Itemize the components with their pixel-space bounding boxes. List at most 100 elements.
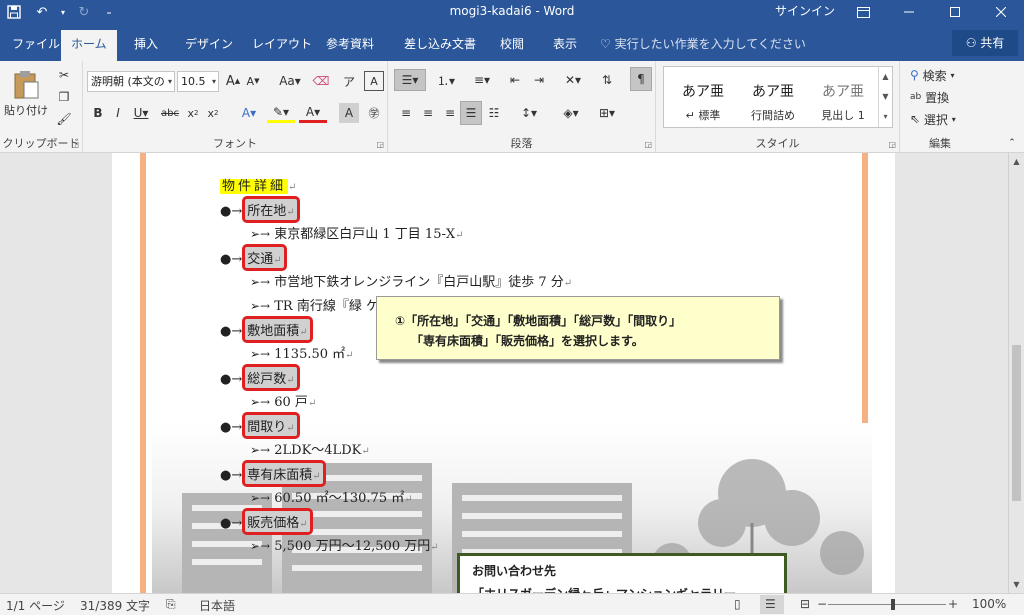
find-button[interactable]: ⚲ 検索 ▾ [910, 65, 980, 85]
show-formatting-icon[interactable]: ¶ [630, 67, 652, 91]
redo-icon[interactable]: ↻ [70, 0, 98, 24]
minimize-icon[interactable] [886, 0, 932, 24]
chevron-down-icon[interactable]: ▼ [879, 87, 892, 107]
tab-file[interactable]: ファイル [2, 30, 70, 61]
chevron-up-icon[interactable]: ▲ [879, 67, 892, 87]
selected-label-box[interactable]: 販売価格↵ [242, 508, 313, 535]
document-page[interactable]: 物件詳細 ↵ ●→ 所在地↵ ➢→ 東京都緑区白戸山 1 丁目 15-X↵ ●→ 交通… [112, 153, 895, 593]
font-size-combo[interactable]: 10.5 ▾ [177, 71, 219, 92]
align-right-icon[interactable]: ≡ [440, 103, 460, 123]
selected-label-box[interactable]: 間取り↵ [242, 412, 300, 439]
read-mode-icon[interactable]: ▯ [734, 597, 741, 611]
undo-dropdown-icon[interactable]: ▾ [56, 0, 70, 24]
replace-button[interactable]: ab 置換 [910, 87, 980, 107]
align-center-icon[interactable]: ≡ [418, 103, 438, 123]
multilevel-list-icon[interactable]: ≡▾ [466, 69, 498, 91]
vertical-scrollbar[interactable]: ▲ ▼ [1008, 153, 1024, 593]
tab-home[interactable]: ホーム [61, 30, 117, 61]
more-styles-icon[interactable]: ▾ [879, 107, 892, 127]
signin-link[interactable]: サインイン [775, 0, 835, 24]
share-button[interactable]: ⚇ 共有 [952, 30, 1018, 56]
shading-icon[interactable]: ◈▾ [556, 103, 586, 123]
superscript-icon[interactable]: x2 [204, 103, 222, 123]
word-count[interactable]: 31/389 文字 [80, 597, 150, 614]
selected-label-box[interactable]: 敷地面積↵ [242, 316, 313, 343]
language[interactable]: 日本語 [199, 597, 235, 614]
style-no-spacing[interactable]: あア亜 行間詰め [738, 71, 808, 123]
tell-me-box[interactable]: ♡ 実行したい作業を入力してください [600, 30, 806, 58]
maximize-icon[interactable] [932, 0, 978, 24]
tab-design[interactable]: デザイン [175, 30, 243, 61]
proofing-icon[interactable]: ⎘ [166, 597, 176, 612]
tab-review[interactable]: 校閲 [490, 30, 534, 61]
zoom-slider-thumb[interactable] [891, 599, 895, 610]
styles-scroll[interactable]: ▲ ▼ ▾ [878, 67, 892, 127]
justify-icon[interactable]: ☰ [460, 101, 482, 125]
underline-icon[interactable]: U▾ [129, 103, 153, 123]
distributed-icon[interactable]: ☷ [484, 103, 504, 123]
tab-references[interactable]: 参考資料 [316, 30, 384, 61]
zoom-out-icon[interactable]: − [817, 597, 827, 611]
shrink-font-icon[interactable]: A ▼ [244, 71, 262, 91]
paste-button[interactable]: 貼り付け [4, 65, 48, 123]
select-button[interactable]: ⇖ 選択 ▾ [910, 109, 980, 129]
style-heading-1[interactable]: あア亜 見出し 1 [808, 71, 878, 123]
font-launcher-icon[interactable]: ◲ [376, 140, 384, 149]
scroll-up-icon[interactable]: ▲ [1009, 154, 1024, 169]
italic-icon[interactable]: I [109, 103, 127, 123]
sort-icon[interactable]: ⇅ [596, 69, 618, 91]
page-count[interactable]: 1/1 ページ [6, 597, 65, 614]
print-layout-icon[interactable]: ☰ [765, 597, 776, 611]
increase-indent-icon[interactable]: ⇥ [528, 69, 550, 91]
collapse-ribbon-icon[interactable]: ⌃ [1004, 135, 1020, 151]
enclose-characters-icon[interactable]: ㊫ [364, 103, 384, 123]
ribbon-display-options-icon[interactable] [840, 0, 886, 24]
subscript-icon[interactable]: x2 [184, 103, 202, 123]
zoom-slider[interactable] [828, 604, 946, 605]
copy-icon[interactable]: ❐ [54, 87, 74, 107]
selected-label-box[interactable]: 総戸数↵ [242, 364, 300, 391]
zoom-level[interactable]: 100% [972, 597, 1006, 611]
tab-insert[interactable]: 挿入 [124, 30, 168, 61]
scrollbar-thumb[interactable] [1012, 345, 1021, 501]
change-case-icon[interactable]: Aa▾ [276, 71, 304, 91]
tab-mailings[interactable]: 差し込み文書 [394, 30, 486, 61]
selected-label-box[interactable]: 専有床面積↵ [242, 460, 326, 487]
clear-formatting-icon[interactable]: ⌫ [311, 71, 331, 91]
bullets-icon[interactable]: ☰▾ [394, 69, 426, 91]
save-icon[interactable] [0, 0, 28, 24]
zoom-in-icon[interactable]: + [948, 597, 958, 611]
phonetic-guide-icon[interactable]: ア [339, 71, 359, 91]
align-left-icon[interactable]: ≡ [396, 103, 416, 123]
undo-icon[interactable]: ↶ [28, 0, 56, 24]
text-effects-icon[interactable]: A▾ [235, 103, 263, 123]
highlight-color-icon[interactable]: ✎▾ [267, 103, 295, 123]
tab-view[interactable]: 表示 [543, 30, 587, 61]
bold-icon[interactable]: B [89, 103, 107, 123]
asian-layout-icon[interactable]: ✕▾ [558, 69, 588, 91]
character-shading-icon[interactable]: A [339, 103, 359, 123]
font-color-icon[interactable]: A▾ [299, 103, 327, 123]
style-normal[interactable]: あア亜 ↵ 標準 [668, 71, 738, 123]
customize-qat-icon[interactable]: ₌ [98, 0, 120, 24]
selected-label-box[interactable]: 交通↵ [242, 244, 287, 271]
character-border-icon[interactable]: A [364, 71, 384, 91]
web-layout-icon[interactable]: ⊟ [800, 597, 810, 611]
strikethrough-icon[interactable]: abc [158, 103, 182, 123]
scroll-down-icon[interactable]: ▼ [1009, 577, 1024, 592]
selected-label-box[interactable]: 所在地↵ [242, 196, 300, 223]
contact-textbox[interactable]: お問い合わせ先 「ホリスガーデン緑ヶ丘」マンションギャラリー [457, 553, 787, 593]
clipboard-launcher-icon[interactable]: ◲ [71, 140, 79, 149]
paragraph-launcher-icon[interactable]: ◲ [644, 140, 652, 149]
tab-layout[interactable]: レイアウト [242, 30, 322, 61]
grow-font-icon[interactable]: A ▲ [224, 71, 242, 91]
numbering-icon[interactable]: ⒈▾ [430, 69, 462, 91]
line-spacing-icon[interactable]: ↕▾ [514, 103, 544, 123]
format-painter-icon[interactable]: 🖌 [54, 109, 74, 129]
styles-launcher-icon[interactable]: ◲ [888, 140, 896, 149]
font-name-combo[interactable]: 游明朝 (本文の ▾ [87, 71, 175, 92]
borders-icon[interactable]: ⊞▾ [592, 103, 622, 123]
close-icon[interactable] [978, 0, 1024, 24]
cut-icon[interactable]: ✂ [54, 65, 74, 85]
decrease-indent-icon[interactable]: ⇤ [504, 69, 526, 91]
